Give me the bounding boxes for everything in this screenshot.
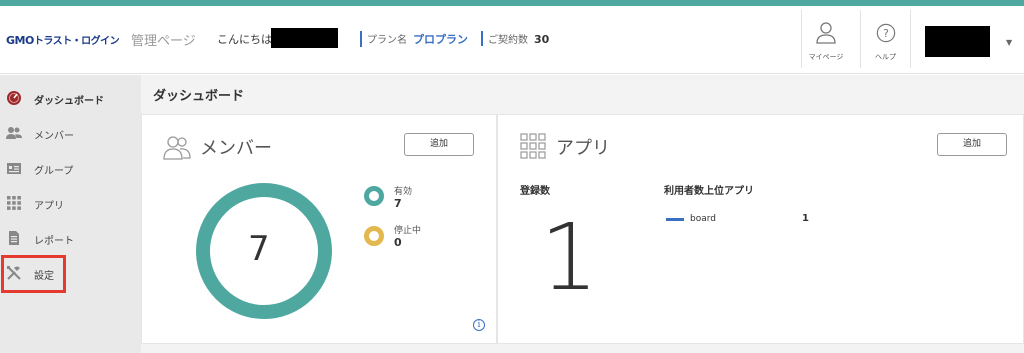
sidebar-item-members[interactable]: メンバー bbox=[6, 123, 136, 143]
help-label: ヘルプ bbox=[875, 53, 896, 61]
members-card-icon bbox=[163, 136, 191, 160]
chevron-down-icon[interactable]: ▼ bbox=[1006, 38, 1012, 47]
contracts-value: 30 bbox=[534, 33, 550, 46]
sidebar-item-dashboard[interactable]: ダッシュボード bbox=[6, 88, 136, 108]
suspended-legend-ring bbox=[364, 226, 384, 246]
redacted-account bbox=[925, 26, 990, 57]
plan-info: プラン名 プロプラン bbox=[360, 31, 468, 47]
svg-text:?: ? bbox=[883, 27, 889, 40]
report-icon bbox=[9, 231, 19, 245]
sidebar-item-label: ダッシュボード bbox=[34, 96, 104, 107]
brand-logo[interactable]: GMOトラスト・ログイン bbox=[6, 32, 120, 47]
help-button[interactable]: ? ヘルプ bbox=[860, 10, 910, 68]
mypage-button[interactable]: マイページ bbox=[801, 10, 850, 68]
add-member-button[interactable]: 追加 bbox=[404, 133, 474, 156]
redacted-username bbox=[271, 28, 338, 48]
registered-value: 1 bbox=[540, 204, 599, 311]
sidebar-item-groups[interactable]: グループ bbox=[6, 158, 136, 178]
contracts-info: ご契約数 30 bbox=[481, 31, 549, 46]
admin-page-label: 管理ページ bbox=[131, 34, 196, 49]
suspended-label: 停止中 bbox=[394, 226, 422, 236]
highlight-annotation bbox=[1, 255, 66, 293]
top-app-count: 1 bbox=[802, 213, 809, 224]
logo-rest: トラスト・ログイン bbox=[33, 36, 120, 47]
suspended-value: 0 bbox=[394, 236, 402, 249]
mypage-label: マイページ bbox=[808, 53, 844, 61]
top-apps-label: 利用者数上位アプリ bbox=[664, 186, 754, 197]
user-icon bbox=[816, 22, 836, 44]
sidebar bbox=[0, 75, 141, 353]
help-icon: ? bbox=[876, 23, 895, 43]
active-legend-ring bbox=[364, 186, 384, 206]
info-icon[interactable]: i bbox=[473, 319, 485, 331]
members-card-title: メンバー bbox=[200, 138, 272, 159]
plan-value: プロプラン bbox=[413, 33, 468, 46]
sidebar-item-reports[interactable]: レポート bbox=[6, 228, 136, 248]
members-icon bbox=[6, 127, 22, 139]
dashboard-icon bbox=[7, 91, 21, 105]
active-label: 有効 bbox=[394, 187, 413, 197]
sidebar-item-label: レポート bbox=[34, 236, 74, 247]
apps-icon bbox=[7, 196, 21, 210]
logo-gmo: GMO bbox=[6, 34, 34, 47]
apps-card-title: アプリ bbox=[556, 138, 610, 159]
plan-label: プラン名 bbox=[367, 35, 407, 46]
sidebar-item-label: メンバー bbox=[34, 131, 74, 142]
active-value: 7 bbox=[394, 197, 402, 210]
sidebar-item-label: グループ bbox=[34, 166, 74, 177]
add-app-button[interactable]: 追加 bbox=[937, 133, 1007, 156]
registered-label: 登録数 bbox=[520, 186, 550, 197]
sidebar-item-label: アプリ bbox=[34, 201, 64, 212]
top-app-name[interactable]: board bbox=[690, 214, 716, 224]
group-icon bbox=[7, 163, 21, 174]
page-title: ダッシュボード bbox=[153, 89, 245, 104]
contracts-label: ご契約数 bbox=[488, 35, 528, 46]
members-total: 7 bbox=[248, 229, 270, 269]
board-app-logo bbox=[666, 218, 684, 221]
sidebar-item-apps[interactable]: アプリ bbox=[6, 193, 136, 213]
apps-card-icon bbox=[520, 133, 546, 159]
